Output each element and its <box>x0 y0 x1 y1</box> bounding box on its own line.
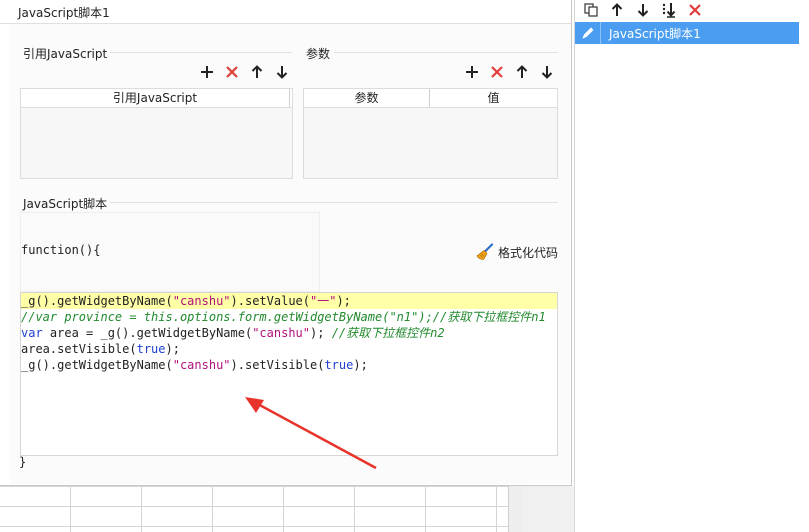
param-column-name[interactable]: 参数 <box>304 89 430 107</box>
ref-table[interactable]: 引用JavaScript <box>20 88 293 179</box>
param-delete-button[interactable] <box>487 62 507 82</box>
ref-table-column[interactable]: 引用JavaScript <box>21 89 290 107</box>
param-table[interactable]: 参数 值 <box>303 88 558 179</box>
code-token: area.setVisible( <box>21 342 137 356</box>
spreadsheet-scrollbar[interactable] <box>508 486 522 532</box>
javascript-dialog: JavaScript脚本1 引用JavaScript 引用JavaScript … <box>0 0 572 486</box>
script-list-item[interactable]: JavaScript脚本1 <box>575 22 799 44</box>
code-token: ).setVisible( <box>230 358 325 372</box>
dialog-title: JavaScript脚本1 <box>18 6 110 20</box>
param-section-title: 参数 <box>306 47 331 61</box>
param-table-header: 参数 值 <box>304 89 557 108</box>
arrow-up-icon <box>251 65 263 78</box>
ref-table-header: 引用JavaScript <box>21 89 292 108</box>
arrow-up-icon <box>516 65 528 78</box>
code-token: //获取下拉框控件n2 <box>331 326 445 340</box>
param-move-up-button[interactable] <box>512 62 532 82</box>
broom-icon <box>476 243 494 260</box>
script-section-rule <box>110 202 558 203</box>
code-line[interactable]: _g().getWidgetByName("canshu").setVisibl… <box>21 357 557 373</box>
param-move-down-button[interactable] <box>537 62 557 82</box>
function-open-text: function(){ <box>21 243 101 257</box>
ref-add-button[interactable] <box>197 62 217 82</box>
ref-delete-button[interactable] <box>222 62 242 82</box>
ref-move-up-button[interactable] <box>247 62 267 82</box>
list-move-up-button[interactable] <box>607 0 627 20</box>
delete-x-icon <box>226 66 238 78</box>
code-token: ).setValue( <box>230 294 310 308</box>
script-section-title: JavaScript脚本 <box>23 197 108 211</box>
dialog-title-bar: JavaScript脚本1 <box>0 0 571 24</box>
list-delete-button[interactable] <box>685 0 705 20</box>
delete-x-icon <box>689 4 701 16</box>
copy-button[interactable] <box>581 0 601 20</box>
format-code-button[interactable]: 格式化代码 <box>476 243 558 261</box>
function-close-text: } <box>19 455 27 469</box>
code-token: ); <box>336 294 351 308</box>
script-list-toolbar <box>575 0 809 20</box>
code-token: "canshu" <box>172 294 231 308</box>
ref-move-down-button[interactable] <box>272 62 292 82</box>
param-add-button[interactable] <box>462 62 482 82</box>
ref-section-title: 引用JavaScript <box>23 47 108 61</box>
move-to-bottom-icon <box>662 3 676 18</box>
spreadsheet-side-area <box>522 486 574 532</box>
edit-pencil-icon[interactable] <box>575 22 601 44</box>
code-token: ); <box>165 342 180 356</box>
code-line[interactable]: area.setVisible(true); <box>21 341 557 357</box>
code-token: ); <box>310 326 332 340</box>
plus-icon <box>466 66 478 78</box>
delete-x-icon <box>491 66 503 78</box>
code-token: "canshu" <box>172 358 231 372</box>
code-token: var <box>21 326 43 340</box>
code-token: true <box>324 358 354 372</box>
param-column-value[interactable]: 值 <box>430 89 557 107</box>
arrow-down-icon <box>637 4 649 17</box>
param-section-rule <box>334 52 558 53</box>
move-to-bottom-button[interactable] <box>659 0 679 20</box>
list-move-down-button[interactable] <box>633 0 653 20</box>
format-code-label: 格式化代码 <box>498 245 559 260</box>
code-line[interactable]: _g().getWidgetByName("canshu").setValue(… <box>21 293 557 309</box>
code-token: _g().getWidgetByName( <box>21 358 173 372</box>
copy-icon <box>584 3 598 17</box>
code-token: ); <box>353 358 368 372</box>
code-token: "canshu" <box>252 326 310 340</box>
code-token: //var province = this.options.form.getWi… <box>21 310 546 324</box>
code-token: true <box>136 342 166 356</box>
script-list-item-label: JavaScript脚本1 <box>609 27 701 41</box>
ref-section-rule <box>110 52 292 53</box>
code-token: area = _g().getWidgetByName( <box>42 326 253 340</box>
annotation-arrow <box>245 397 377 470</box>
plus-icon <box>201 66 213 78</box>
arrow-down-icon <box>541 66 553 79</box>
code-token: "一" <box>310 294 337 308</box>
code-line[interactable]: //var province = this.options.form.getWi… <box>21 309 557 325</box>
spreadsheet-grid[interactable] <box>0 486 508 532</box>
arrow-down-icon <box>276 66 288 79</box>
script-list-panel: JavaScript脚本1 <box>574 0 809 532</box>
code-token: _g().getWidgetByName( <box>21 294 173 308</box>
arrow-up-icon <box>611 3 623 16</box>
code-line[interactable]: var area = _g().getWidgetByName("canshu"… <box>21 325 557 341</box>
